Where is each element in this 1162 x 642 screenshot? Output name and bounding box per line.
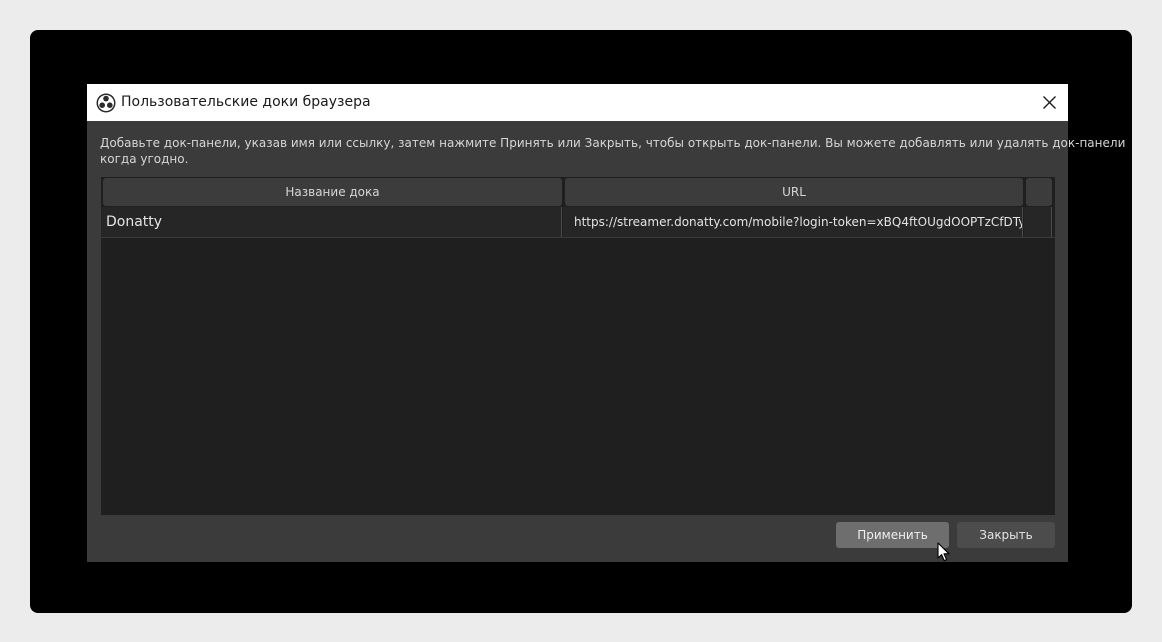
close-button[interactable]: Закрыть (957, 522, 1055, 548)
column-header-url[interactable]: URL (565, 178, 1023, 206)
dock-url-cell[interactable]: https://streamer.donatty.com/mobile?logi… (563, 207, 1023, 237)
dock-name-cell[interactable]: Donatty (101, 207, 562, 237)
window-title: Пользовательские доки браузера (121, 94, 371, 110)
title-bar: Пользовательские доки браузера (87, 84, 1068, 121)
apply-button[interactable]: Применить (836, 522, 949, 548)
description-line-1: Добавьте док-панели, указав имя или ссыл… (100, 136, 1126, 150)
column-header-extra[interactable] (1026, 178, 1052, 206)
close-window-button[interactable] (1031, 84, 1068, 121)
table-row[interactable]: Donatty https://streamer.donatty.com/mob… (101, 207, 1055, 238)
docks-table: Название дока URL Donatty https://stream… (101, 177, 1055, 515)
obs-logo-icon (96, 93, 116, 113)
dialog-description: Добавьте док-панели, указав имя или ссыл… (100, 135, 1126, 167)
description-line-2: когда угодно. (100, 152, 189, 166)
column-header-name[interactable]: Название дока (103, 178, 562, 206)
dock-extra-cell[interactable] (1024, 207, 1052, 237)
close-icon (1043, 96, 1056, 109)
mouse-cursor-icon (937, 542, 950, 562)
browser-docks-dialog: Пользовательские доки браузера Добавьте … (87, 84, 1126, 562)
